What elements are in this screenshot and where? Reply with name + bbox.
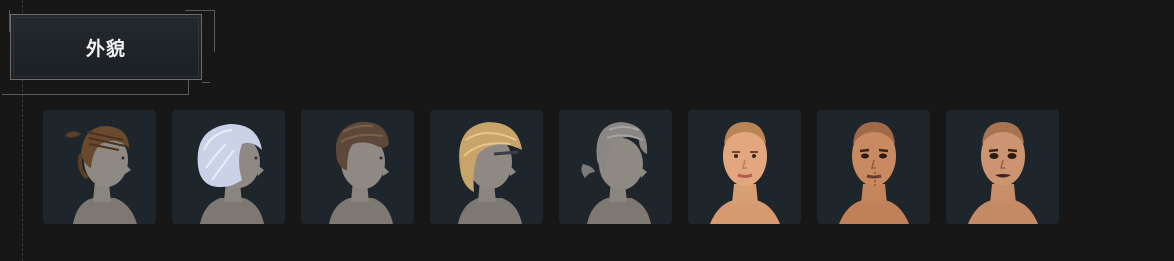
swept-blonde-hair-bust-icon (458, 122, 522, 224)
dark-lips-face-icon (968, 122, 1038, 224)
scarred-face-icon (839, 122, 909, 224)
braided-hair-bust-icon (65, 126, 137, 224)
appearance-option-row (43, 110, 1059, 224)
natural-face-icon (710, 122, 780, 224)
hairstyle-option-braids[interactable] (43, 110, 156, 224)
short-textured-hair-bust-icon (329, 121, 393, 224)
appearance-tab[interactable]: 外貌 (10, 14, 202, 80)
frame-line-right-vertical (214, 10, 215, 52)
frame-line-bottom-right-vertical (188, 80, 189, 95)
white-bob-bust-icon (197, 124, 264, 224)
face-option-scarred[interactable] (817, 110, 930, 224)
hairstyle-option-bangs-ponytail[interactable] (559, 110, 672, 224)
bangs-ponytail-hair-bust-icon (581, 122, 651, 224)
hairstyle-option-white-bob[interactable] (172, 110, 285, 224)
frame-line-right-tick (202, 82, 210, 83)
appearance-panel: 外貌 (0, 0, 1174, 261)
hairstyle-option-swept-blonde[interactable] (430, 110, 543, 224)
frame-line-top-right (185, 10, 215, 11)
face-option-natural[interactable] (688, 110, 801, 224)
appearance-tab-label: 外貌 (85, 37, 126, 60)
hairstyle-option-short-textured[interactable] (301, 110, 414, 224)
face-option-dark-lips[interactable] (946, 110, 1059, 224)
frame-line-bottom (2, 94, 188, 95)
